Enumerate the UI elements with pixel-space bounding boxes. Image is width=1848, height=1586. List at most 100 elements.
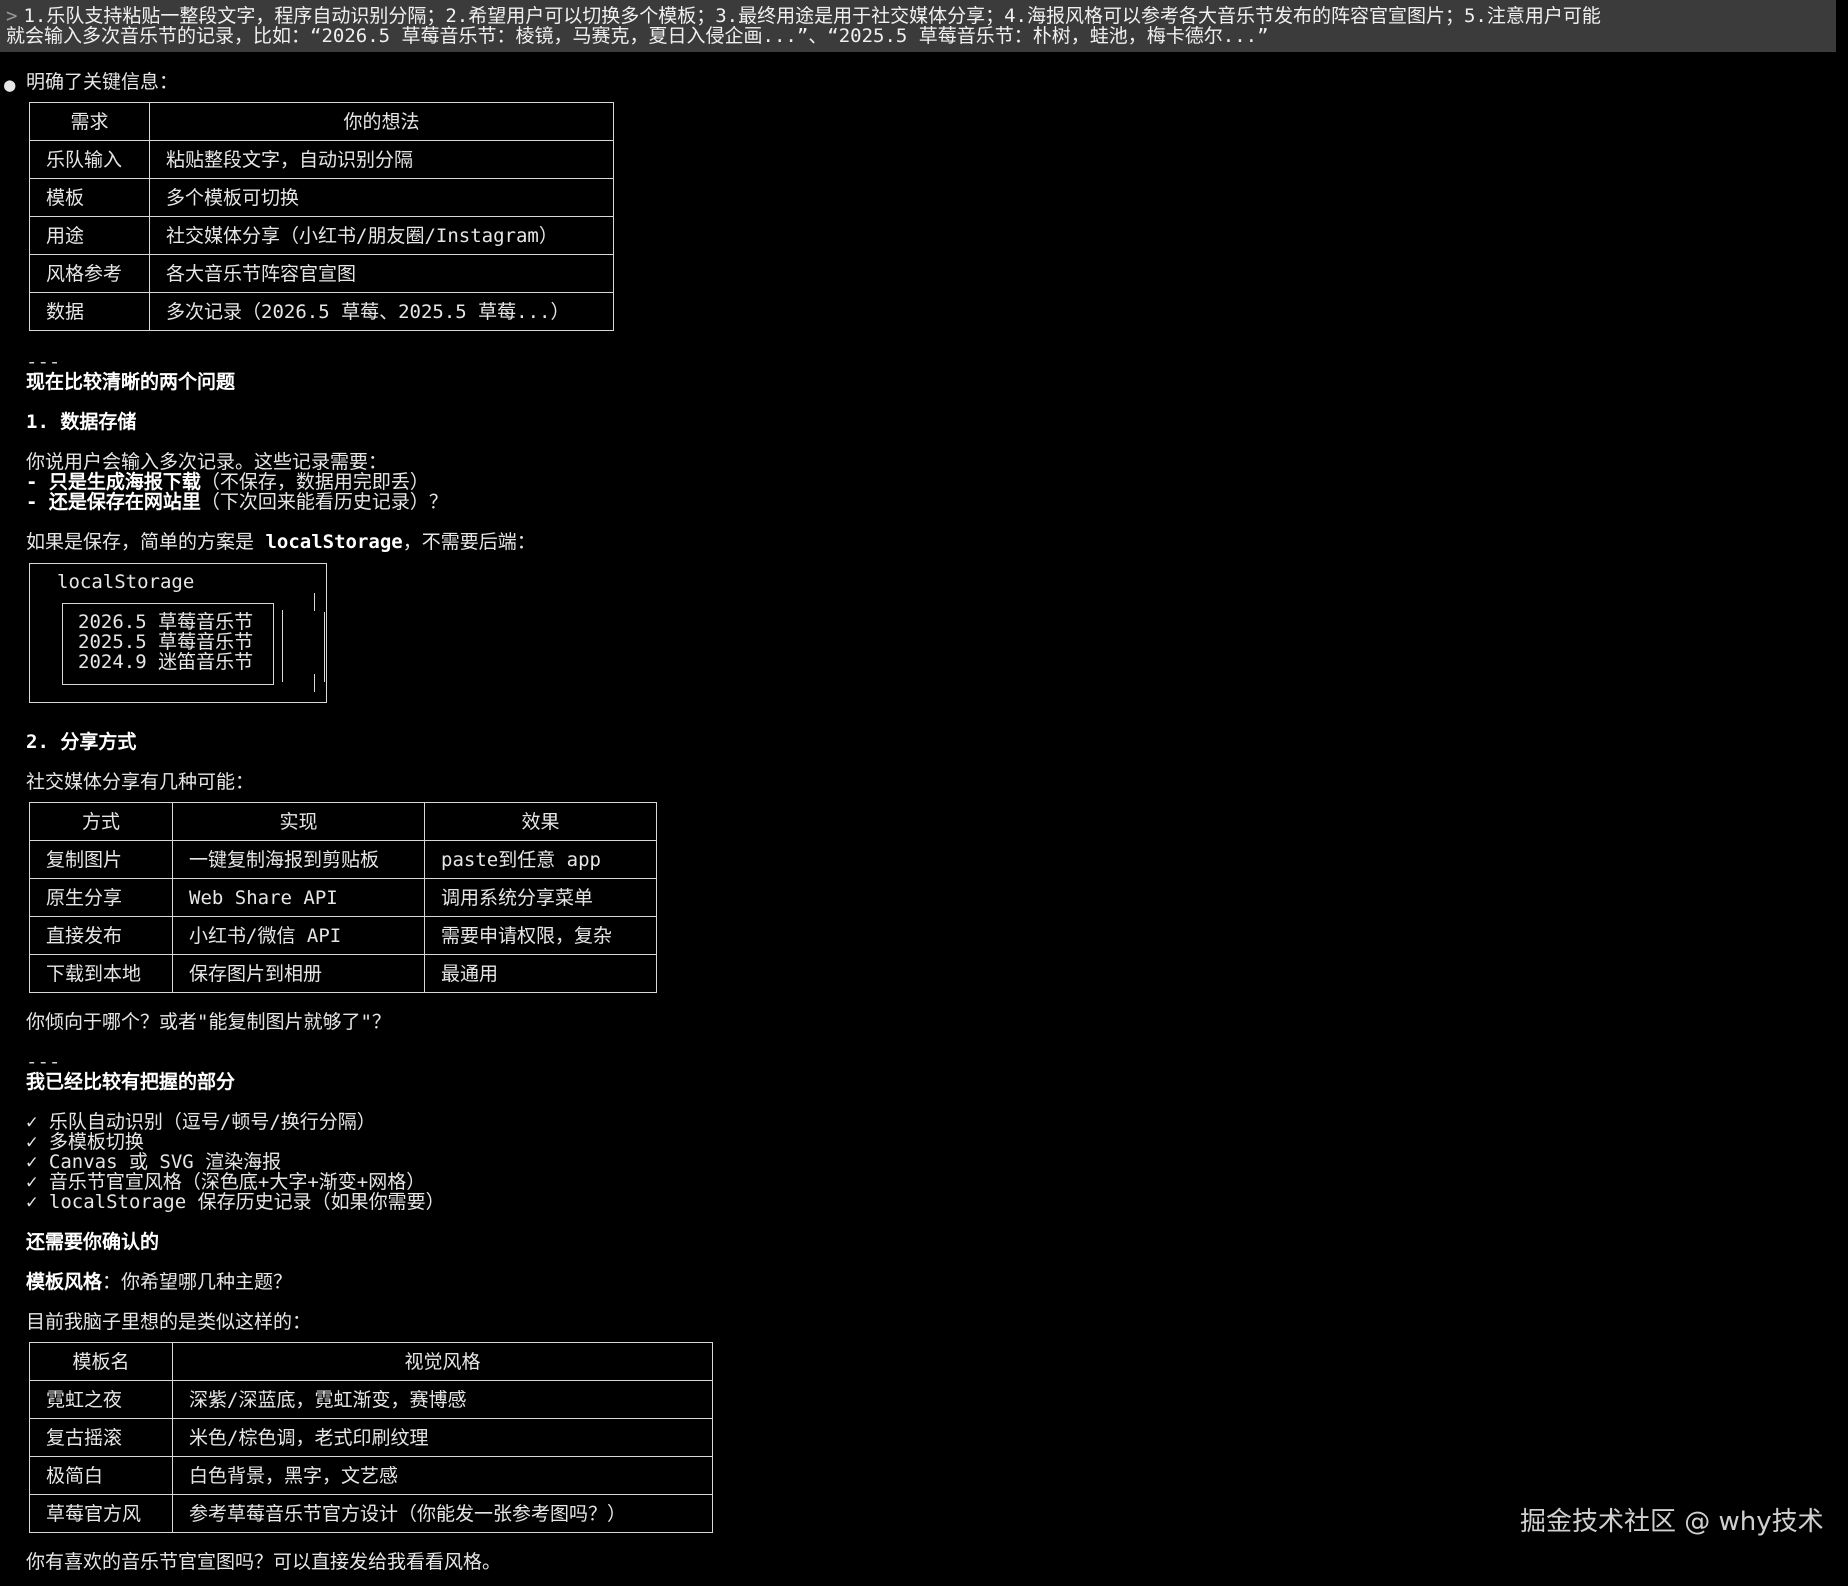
check-item: ✓ Canvas 或 SVG 渲染海报 [26, 1151, 282, 1173]
prompt-caret-icon: > [6, 5, 18, 27]
table-cell: 深紫/深蓝底，霓虹渐变，赛博感 [172, 1380, 713, 1419]
list-item: 2026.5 草莓音乐节 [78, 611, 254, 633]
table-row: 模板 多个模板可切换 [29, 178, 614, 217]
table-header: 方式 [29, 802, 173, 841]
table-header: 需求 [29, 102, 150, 141]
table-header: 视觉风格 [172, 1342, 713, 1381]
table-cell: 复古摇滚 [29, 1418, 173, 1457]
box-border-tick [324, 612, 325, 682]
option-bold: 只是生成海报下载 [48, 471, 201, 493]
template-styles-table: 模板名 视觉风格 霓虹之夜 深紫/深蓝底，霓虹渐变，赛博感 复古摇滚 米色/棕色调，… [29, 1342, 713, 1533]
table-cell: 参考草莓音乐节官方设计（你能发一张参考图吗？） [172, 1494, 713, 1533]
requirements-table: 需求 你的想法 乐队输入 粘贴整段文字，自动识别分隔 模板 多个模板可切换 用途 社交… [29, 102, 614, 331]
paragraph: 你说用户会输入多次记录。这些记录需要： [26, 451, 388, 473]
table-header: 实现 [172, 802, 425, 841]
table-cell: 白色背景，黑字，文艺感 [172, 1456, 713, 1495]
table-row: 草莓官方风 参考草莓音乐节官方设计（你能发一张参考图吗？） [29, 1494, 713, 1533]
user-prompt: >1.乐队支持粘贴一整段文字，程序自动识别分隔；2.希望用户可以切换多个模板；3… [0, 0, 1836, 52]
table-cell: 调用系统分享菜单 [424, 878, 657, 917]
subsection-title: 2. 分享方式 [26, 731, 137, 753]
table-cell: 多次记录（2026.5 草莓、2025.5 草莓...） [149, 292, 614, 331]
table-header-row: 模板名 视觉风格 [29, 1342, 713, 1381]
check-item: ✓ 多模板切换 [26, 1131, 144, 1153]
bullet-icon: ● [4, 74, 16, 96]
table-row: 风格参考 各大音乐节阵容官宣图 [29, 254, 614, 293]
table-header: 你的想法 [149, 102, 614, 141]
list-item: 2025.5 草莓音乐节 [78, 631, 254, 653]
label-bold: 模板风格 [26, 1271, 103, 1293]
table-cell: 粘贴整段文字，自动识别分隔 [149, 140, 614, 179]
table-cell: 最通用 [424, 954, 657, 993]
option-line: - 还是保存在网站里（下次回来能看历史记录）？ [26, 492, 448, 512]
option-rest: （不保存，数据用完即丢） [200, 471, 429, 493]
option-prefix: - [26, 471, 49, 493]
table-cell: 模板 [29, 178, 150, 217]
paragraph-text: ：你希望哪几种主题？ [102, 1271, 293, 1293]
table-cell: 原生分享 [29, 878, 173, 917]
table-cell: 直接发布 [29, 916, 173, 955]
paragraph: 你有喜欢的音乐节官宣图吗？可以直接发给我看看风格。 [26, 1551, 502, 1573]
localstorage-box-title: localStorage [57, 571, 195, 593]
intro-text: 明确了关键信息： [26, 71, 179, 93]
table-row: 乐队输入 粘贴整段文字，自动识别分隔 [29, 140, 614, 179]
table-cell: Web Share API [172, 878, 425, 917]
table-header: 效果 [424, 802, 657, 841]
table-row: 用途 社交媒体分享（小红书/朋友圈/Instagram） [29, 216, 614, 255]
table-header: 模板名 [29, 1342, 173, 1381]
table-row: 极简白 白色背景，黑字，文艺感 [29, 1456, 713, 1495]
table-cell: 各大音乐节阵容官宣图 [149, 254, 614, 293]
paragraph: 目前我脑子里想的是类似这样的： [26, 1311, 312, 1333]
box-border-tick [314, 593, 315, 611]
section-title: 我已经比较有把握的部分 [26, 1071, 236, 1093]
prompt-line-1: 1.乐队支持粘贴一整段文字，程序自动识别分隔；2.希望用户可以切换多个模板；3.… [23, 5, 1601, 27]
table-row: 霓虹之夜 深紫/深蓝底，霓虹渐变，赛博感 [29, 1380, 713, 1419]
watermark: 掘金技术社区 @ why技术 [1520, 1507, 1824, 1537]
table-row: 数据 多次记录（2026.5 草莓、2025.5 草莓...） [29, 292, 614, 331]
check-item: ✓ localStorage 保存历史记录（如果你需要） [26, 1191, 445, 1213]
table-cell: 米色/棕色调，老式印刷纹理 [172, 1418, 713, 1457]
code-bold: localStorage [265, 531, 403, 553]
paragraph: 你倾向于哪个？或者"能复制图片就够了"？ [26, 1011, 391, 1033]
table-header-row: 需求 你的想法 [29, 102, 614, 141]
table-cell: 多个模板可切换 [149, 178, 614, 217]
table-row: 原生分享 Web Share API 调用系统分享菜单 [29, 878, 657, 917]
table-cell: 需要申请权限，复杂 [424, 916, 657, 955]
check-item: ✓ 乐队自动识别（逗号/顿号/换行分隔） [26, 1111, 376, 1133]
table-cell: 数据 [29, 292, 150, 331]
option-rest: （下次回来能看历史记录）？ [200, 491, 448, 513]
table-cell: paste到任意 app [424, 840, 657, 879]
table-row: 直接发布 小红书/微信 API 需要申请权限，复杂 [29, 916, 657, 955]
table-cell: 霓虹之夜 [29, 1380, 173, 1419]
separator: --- [26, 351, 61, 373]
paragraph: 如果是保存，简单的方案是 localStorage，不需要后端： [26, 532, 536, 552]
option-bold: 还是保存在网站里 [48, 491, 201, 513]
paragraph: 社交媒体分享有几种可能： [26, 771, 255, 793]
table-cell: 社交媒体分享（小红书/朋友圈/Instagram） [149, 216, 614, 255]
table-cell: 乐队输入 [29, 140, 150, 179]
table-cell: 风格参考 [29, 254, 150, 293]
prompt-line-2: 就会输入多次音乐节的记录，比如：“2026.5 草莓音乐节：棱镜，马赛克，夏日入… [6, 25, 1269, 47]
paragraph-text: 如果是保存，简单的方案是 [26, 531, 266, 553]
check-item: ✓ 音乐节官宣风格（深色底+大字+渐变+网格） [26, 1171, 426, 1193]
table-cell: 一键复制海报到剪贴板 [172, 840, 425, 879]
section-title: 还需要你确认的 [26, 1231, 160, 1253]
table-cell: 下载到本地 [29, 954, 173, 993]
option-prefix: - [26, 491, 49, 513]
paragraph-text: ，不需要后端： [402, 531, 536, 553]
table-cell: 小红书/微信 API [172, 916, 425, 955]
table-row: 复制图片 一键复制海报到剪贴板 paste到任意 app [29, 840, 657, 879]
table-cell: 极简白 [29, 1456, 173, 1495]
paragraph: 模板风格：你希望哪几种主题？ [26, 1272, 292, 1292]
list-item: 2024.9 迷笛音乐节 [78, 651, 254, 673]
table-cell: 用途 [29, 216, 150, 255]
box-border-tick [314, 674, 315, 692]
table-header-row: 方式 实现 效果 [29, 802, 657, 841]
box-border-tick [282, 610, 283, 682]
table-cell: 草莓官方风 [29, 1494, 173, 1533]
table-cell: 保存图片到相册 [172, 954, 425, 993]
table-cell: 复制图片 [29, 840, 173, 879]
subsection-title: 1. 数据存储 [26, 411, 137, 433]
separator: --- [26, 1051, 61, 1073]
option-line: - 只是生成海报下载（不保存，数据用完即丢） [26, 472, 429, 492]
table-row: 复古摇滚 米色/棕色调，老式印刷纹理 [29, 1418, 713, 1457]
